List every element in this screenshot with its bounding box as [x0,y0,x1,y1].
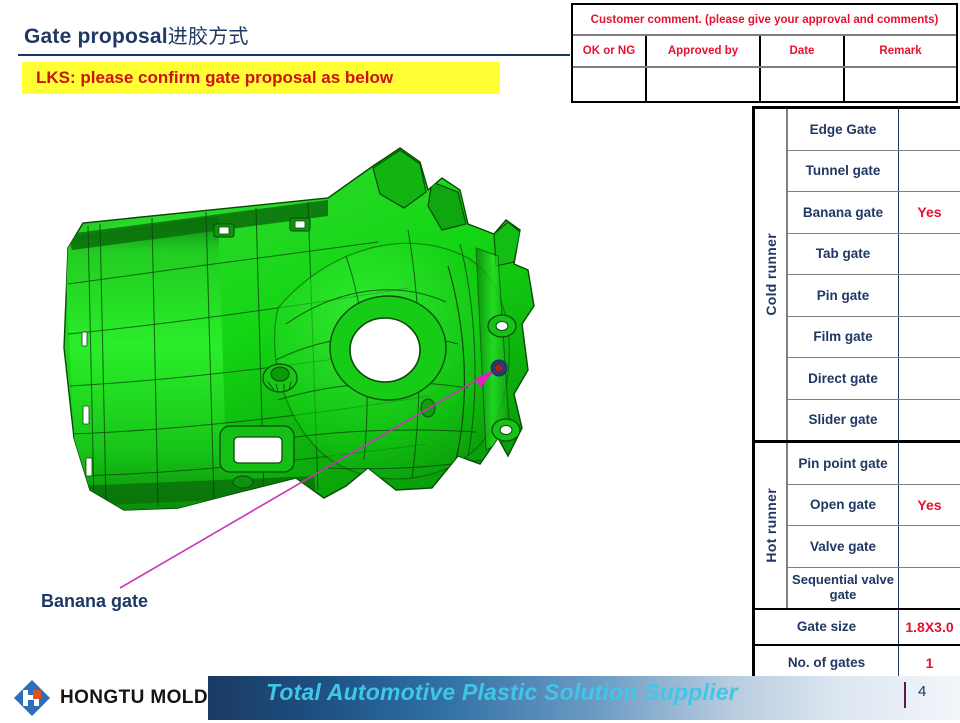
input-remark[interactable] [845,68,956,101]
part-large-hole [349,317,421,383]
label-number-of-gates: No. of gates [755,646,899,680]
table-row[interactable]: Open gate Yes [788,483,960,526]
gate-name-edge: Edge Gate [788,109,899,150]
gate-name-film: Film gate [788,316,899,357]
page-title-en: Gate proposal [24,25,168,48]
table-row[interactable]: Pin point gate [788,443,960,484]
confirmation-note-text: LKS: please confirm gate proposal as bel… [36,68,394,87]
input-approved-by[interactable] [647,68,761,101]
part-gear-boss [262,363,298,393]
cad-part-model [63,147,535,589]
gate-name-pin-point: Pin point gate [788,443,899,484]
label-gate-size: Gate size [755,610,899,644]
page-number-divider [904,682,906,708]
customer-comment-header: Customer comment. (please give your appr… [573,5,956,36]
runner-label-cold: Cold runner [755,109,788,440]
gate-value-banana[interactable]: Yes [899,192,960,233]
column-header-approved-by: Approved by [647,36,761,66]
runner-label-cold-text: Cold runner [762,233,779,316]
input-date[interactable] [761,68,845,101]
table-row-gate-size[interactable]: Gate size 1.8X3.0 [755,608,960,644]
input-ok-or-ng[interactable] [573,68,647,101]
table-row-number-of-gates[interactable]: No. of gates 1 [755,644,960,680]
runner-label-hot-text: Hot runner [762,488,779,563]
title-divider [18,54,570,56]
part-small-hole-bottom [499,425,513,435]
customer-comment-input-row[interactable] [573,68,956,101]
gate-value-slider[interactable] [899,400,960,441]
gate-type-table: Cold runner Edge Gate Tunnel gate Banana… [752,106,960,683]
table-row[interactable]: Tunnel gate [788,149,960,192]
gate-callout-label: Banana gate [41,591,149,611]
table-row[interactable]: Valve gate [788,525,960,567]
cad-model-viewport[interactable] [28,138,548,608]
gate-value-edge[interactable] [899,109,960,150]
customer-comment-column-headers: OK or NG Approved by Date Remark [573,36,956,68]
customer-comment-table: Customer comment. (please give your appr… [571,3,958,103]
gate-value-valve[interactable] [899,526,960,567]
table-row[interactable]: Edge Gate [788,109,960,150]
column-header-date: Date [761,36,845,66]
gate-name-open: Open gate [788,484,899,525]
part-lower-clip [232,475,254,489]
gate-value-film[interactable] [899,317,960,358]
gate-name-tunnel: Tunnel gate [788,150,899,191]
runner-label-hot: Hot runner [755,443,788,608]
gate-name-valve: Valve gate [788,526,899,567]
column-header-remark: Remark [879,45,922,57]
gate-group-cold-runner: Cold runner Edge Gate Tunnel gate Banana… [755,109,960,440]
gate-name-sequential-valve: Sequential valve gate [788,567,899,608]
hongtu-diamond-icon [12,678,52,718]
table-row[interactable]: Tab gate [788,232,960,275]
table-row[interactable]: Banana gate Yes [788,191,960,233]
table-row[interactable]: Direct gate [788,357,960,399]
table-row[interactable]: Film gate [788,315,960,358]
confirmation-note-box: LKS: please confirm gate proposal as bel… [22,62,500,94]
table-row[interactable]: Sequential valve gate [788,566,960,609]
table-row[interactable]: Pin gate [788,274,960,316]
page-number: 4 [918,683,927,700]
gate-name-banana: Banana gate [788,192,899,233]
gate-value-tunnel[interactable] [899,151,960,192]
table-row[interactable]: Slider gate [788,398,960,441]
gate-value-open[interactable]: Yes [899,485,960,526]
gate-value-pin[interactable] [899,275,960,316]
gate-group-hot-runner: Hot runner Pin point gate Open gate Yes … [755,440,960,608]
gate-value-tab[interactable] [899,234,960,275]
page-title: Gate proposal进胶方式 [24,20,249,49]
gate-value-sequential-valve[interactable] [899,568,960,609]
gate-name-direct: Direct gate [788,358,899,399]
company-name: HONGTU MOLD [60,687,208,708]
value-gate-size[interactable]: 1.8X3.0 [899,610,960,644]
page-title-cn: 进胶方式 [167,26,249,48]
value-number-of-gates[interactable]: 1 [899,646,960,680]
gate-value-direct[interactable] [899,358,960,399]
gate-marker-point [495,364,503,372]
gate-name-pin: Pin gate [788,275,899,316]
part-small-hole-top [495,321,509,331]
gate-name-tab: Tab gate [788,233,899,274]
part-window-cutout [219,425,295,473]
column-header-ok-or-ng: OK or NG [573,36,647,66]
gate-name-slider: Slider gate [788,399,899,440]
footer-tagline: Total Automotive Plastic Solution Suppli… [266,679,738,705]
gate-value-pin-point[interactable] [899,443,960,484]
company-logo: HONGTU MOLD [12,676,208,720]
